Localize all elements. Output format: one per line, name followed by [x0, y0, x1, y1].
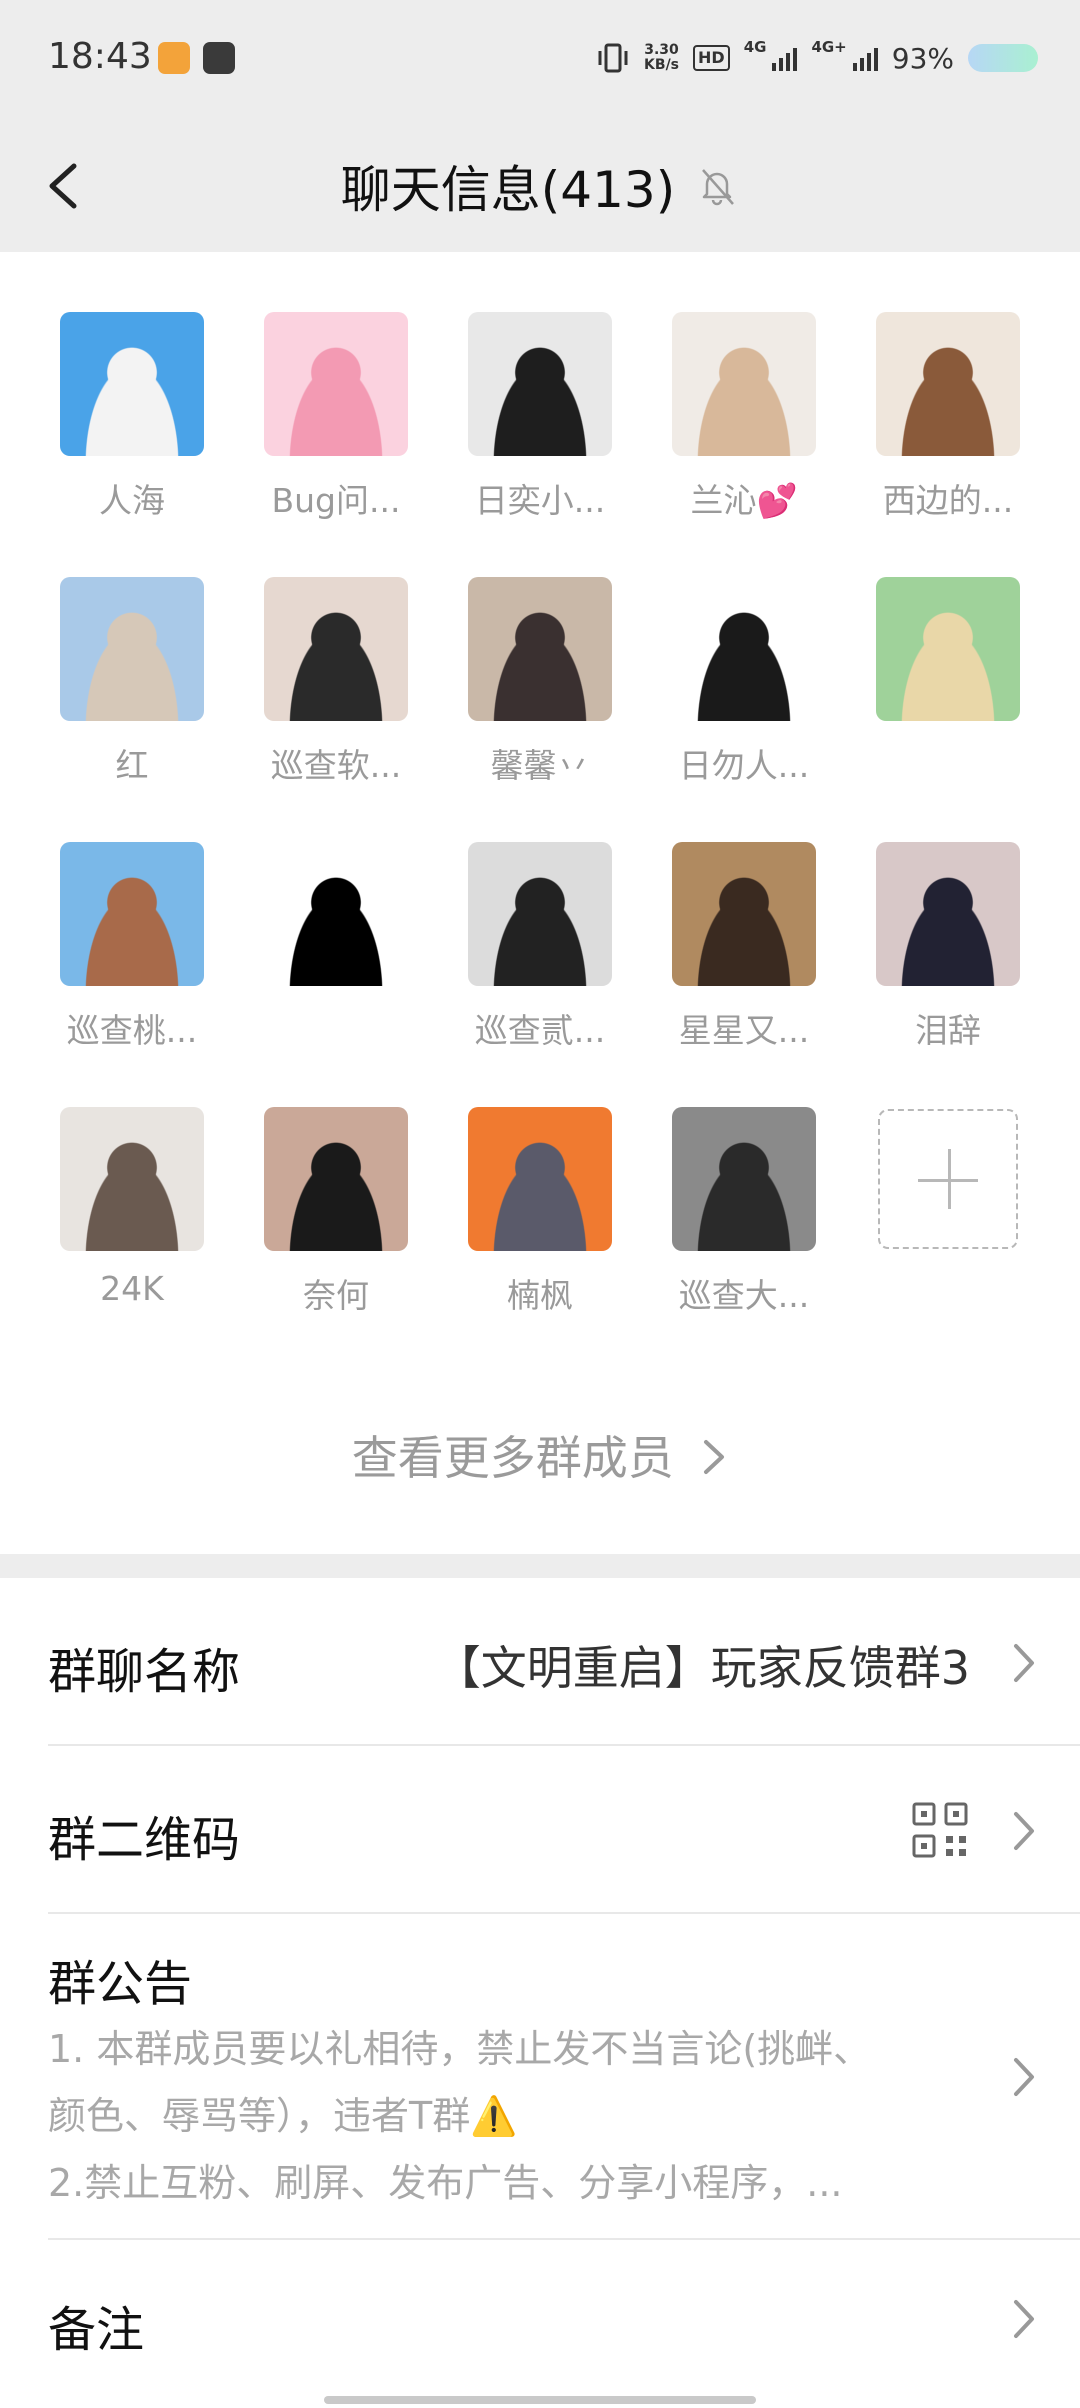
network-type-1: 4G — [743, 38, 767, 56]
member-name: 日勿人... — [678, 746, 810, 785]
message-notification-icon — [203, 42, 235, 74]
member-item[interactable]: 西边的... — [858, 312, 1038, 522]
battery-percent: 93% — [891, 41, 954, 75]
chevron-right-icon — [1014, 1644, 1034, 1682]
member-name: 巡查桃... — [66, 1011, 198, 1050]
qr-code-icon — [912, 1802, 968, 1858]
member-item[interactable]: 奈何 — [246, 1107, 426, 1317]
member-item[interactable]: Bug问... — [246, 312, 426, 522]
member-item[interactable]: 楠枫 — [450, 1107, 630, 1317]
member-item[interactable]: 巡查桃... — [42, 842, 222, 1052]
plus-icon[interactable] — [878, 1109, 1018, 1249]
app-notification-icon — [158, 42, 190, 74]
avatar[interactable] — [672, 577, 816, 721]
chevron-right-icon — [1014, 2300, 1034, 2338]
member-name: 馨馨丷 — [490, 746, 590, 785]
remark-label: 备注 — [48, 2302, 145, 2358]
status-bar: 18:43 3.30 KB/s HD 4G 4G+ 93% — [0, 0, 1080, 120]
avatar[interactable] — [264, 312, 408, 456]
network-type-2: 4G+ — [811, 38, 847, 56]
avatar[interactable] — [60, 577, 204, 721]
member-item[interactable]: 馨馨丷 — [450, 577, 630, 787]
avatar[interactable] — [876, 312, 1020, 456]
group-notice-row[interactable]: 群公告 1. 本群成员要以礼相待，禁止发不当言论(挑衅、 颜色、辱骂等），违者T… — [0, 1914, 1080, 2240]
page-title: 聊天信息(413) — [340, 161, 676, 219]
avatar[interactable] — [468, 312, 612, 456]
view-more-members-link[interactable]: 查看更多群成员 — [0, 1422, 1080, 1488]
member-item[interactable]: 星星又... — [654, 842, 834, 1052]
member-item[interactable]: 巡查贰... — [450, 842, 630, 1052]
chevron-right-icon — [1014, 2058, 1034, 2096]
group-name-value: 【文明重启】玩家反馈群3 — [434, 1641, 970, 1695]
member-item[interactable]: 日勿人... — [654, 577, 834, 787]
member-item[interactable] — [858, 577, 1038, 739]
status-time: 18:43 — [48, 36, 152, 77]
member-name: Bug问... — [271, 481, 401, 520]
remark-row[interactable]: 备注 — [0, 2240, 1080, 2400]
member-name: 奈何 — [303, 1276, 369, 1315]
avatar[interactable] — [876, 842, 1020, 986]
group-qr-row[interactable]: 群二维码 — [0, 1746, 1080, 1914]
member-item[interactable]: 人海 — [42, 312, 222, 522]
group-name-row[interactable]: 群聊名称 【文明重启】玩家反馈群3 — [0, 1578, 1080, 1746]
member-item[interactable]: 泪辞 — [858, 842, 1038, 1052]
avatar[interactable] — [264, 842, 408, 986]
member-name: 西边的... — [882, 481, 1014, 520]
home-indicator[interactable] — [324, 2396, 756, 2404]
chevron-right-icon — [1014, 1812, 1034, 1850]
member-item[interactable]: 日奕小... — [450, 312, 630, 522]
avatar[interactable] — [468, 842, 612, 986]
bell-off-icon — [702, 169, 735, 206]
group-notice-text: 1. 本群成员要以礼相待，禁止发不当言论(挑衅、 颜色、辱骂等），违者T群⚠️ … — [48, 2027, 872, 2205]
member-item[interactable] — [246, 842, 426, 1004]
section-divider — [0, 1554, 1080, 1578]
member-name: 巡查贰... — [474, 1011, 606, 1050]
avatar[interactable] — [468, 1107, 612, 1251]
signal-icon — [852, 45, 878, 71]
avatar[interactable] — [60, 1107, 204, 1251]
avatar[interactable] — [672, 312, 816, 456]
member-name: 楠枫 — [507, 1276, 573, 1315]
net-speed: 3.30 KB/s — [644, 42, 680, 73]
member-item[interactable]: 兰沁💕 — [654, 312, 834, 522]
member-item[interactable]: 巡查软... — [246, 577, 426, 787]
member-item[interactable]: 红 — [42, 577, 222, 787]
group-qr-label: 群二维码 — [48, 1812, 241, 1868]
member-name: 24K — [100, 1269, 164, 1308]
chevron-right-icon — [704, 1440, 725, 1474]
member-name: 巡查大... — [678, 1276, 810, 1315]
signal-icon — [772, 45, 798, 71]
avatar[interactable] — [264, 577, 408, 721]
member-name: 红 — [115, 746, 149, 785]
vibrate-icon — [598, 43, 628, 73]
avatar[interactable] — [876, 577, 1020, 721]
member-name: 泪辞 — [915, 1011, 981, 1050]
hd-badge: HD — [693, 45, 730, 71]
avatar[interactable] — [672, 842, 816, 986]
avatar[interactable] — [60, 312, 204, 456]
nav-header: 聊天信息(413) — [0, 120, 1080, 252]
member-item[interactable]: 巡查大... — [654, 1107, 834, 1317]
avatar[interactable] — [60, 842, 204, 986]
avatar[interactable] — [672, 1107, 816, 1251]
member-item[interactable]: 24K — [42, 1107, 222, 1308]
avatar[interactable] — [264, 1107, 408, 1251]
battery-icon — [968, 44, 1038, 72]
member-name: 人海 — [99, 481, 165, 520]
member-name: 日奕小... — [474, 481, 606, 520]
member-name: 兰沁💕 — [690, 481, 798, 520]
add-member-button[interactable] — [858, 1109, 1038, 1249]
member-name: 巡查软... — [270, 746, 402, 785]
member-name: 星星又... — [678, 1011, 810, 1050]
avatar[interactable] — [468, 577, 612, 721]
member-grid: 人海 Bug问... 日奕小... 兰沁💕 西边的... 红 巡查软... 馨馨丷 日勿人...… — [0, 252, 1080, 1552]
group-notice-label: 群公告 — [48, 1956, 193, 2012]
status-indicators: 3.30 KB/s HD 4G 4G+ 93% — [596, 38, 1038, 78]
group-name-label: 群聊名称 — [48, 1644, 241, 1700]
